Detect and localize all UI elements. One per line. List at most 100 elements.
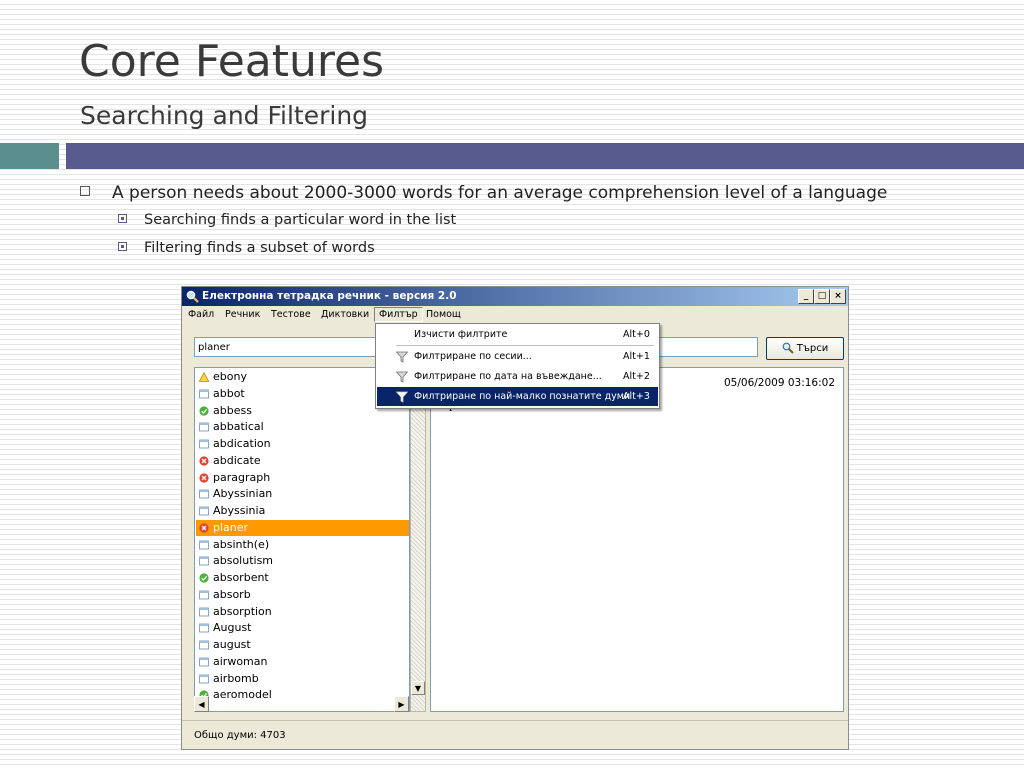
- list-item[interactable]: absorb: [196, 587, 409, 603]
- card-icon: [199, 540, 209, 549]
- list-item[interactable]: abdicate: [196, 453, 409, 469]
- slide-subtitle: Searching and Filtering: [80, 101, 369, 130]
- filter-icon: [396, 351, 408, 363]
- menu-file[interactable]: Файл: [188, 309, 214, 320]
- word-detail-pane: 05/06/2009 03:16:02 абриял: [430, 367, 844, 712]
- card-icon: [199, 640, 209, 650]
- card-icon: [199, 439, 209, 449]
- card-icon: [199, 674, 209, 683]
- menu-item-label: Филтриране по дата на въвеждане...: [414, 371, 602, 382]
- list-item[interactable]: absorption: [196, 604, 409, 620]
- menu-dictionary[interactable]: Речник: [225, 309, 260, 320]
- card-icon: [199, 489, 209, 499]
- maximize-button[interactable]: □: [814, 289, 830, 304]
- list-item[interactable]: Abyssinian: [196, 486, 409, 502]
- scroll-left-icon[interactable]: ◀: [194, 696, 209, 712]
- card-icon: [199, 556, 209, 566]
- menu-item-clear-filters[interactable]: Изчисти филтрите Alt+0: [377, 325, 658, 344]
- menu-dictations[interactable]: Диктовки: [321, 309, 369, 320]
- minimize-button[interactable]: _: [798, 289, 814, 304]
- menu-item-label: Филтриране по най-малко познатите думи: [414, 391, 631, 402]
- menu-item-shortcut: Alt+0: [623, 329, 650, 340]
- list-item[interactable]: airwoman: [196, 654, 409, 670]
- list-item[interactable]: paragraph: [196, 470, 409, 486]
- scroll-down-icon[interactable]: ▼: [411, 681, 425, 695]
- list-item-label: ebony: [213, 370, 247, 383]
- card-icon: [199, 590, 209, 600]
- word-list[interactable]: ebony abbot abbess abbatical abdication abdic…: [194, 367, 410, 712]
- list-item-label: absorb: [213, 587, 251, 601]
- bullet-sub-1: Searching finds a particular word in the…: [118, 212, 456, 228]
- menu-item-filter-sessions[interactable]: Филтриране по сесии... Alt+1: [377, 347, 658, 366]
- error-icon: [199, 456, 209, 466]
- menu-item-filter-least-known[interactable]: Филтриране по най-малко познатите думи A…: [377, 387, 658, 406]
- list-item-label: abdication: [213, 437, 271, 450]
- bullet-main-text: A person needs about 2000-3000 words for…: [112, 183, 888, 203]
- list-item-label: abbatical: [213, 420, 264, 434]
- teal-accent-bar: [0, 143, 59, 169]
- list-item[interactable]: absinth(e): [196, 537, 409, 553]
- filled-square-bullet-icon: [118, 241, 127, 251]
- menu-filter[interactable]: Филтър: [374, 307, 423, 322]
- card-icon: [199, 389, 209, 399]
- window-titlebar[interactable]: Електронна тетрадка речник - версия 2.0 …: [182, 287, 848, 306]
- list-item-label: abbess: [213, 403, 252, 417]
- entry-timestamp: 05/06/2009 03:16:02: [723, 377, 835, 389]
- list-item-label: paragraph: [213, 470, 271, 484]
- menu-item-label: Филтриране по сесии...: [414, 351, 532, 362]
- list-item[interactable]: august: [196, 637, 409, 653]
- check-icon: [199, 405, 209, 416]
- bullet-sub-1-text: Searching finds a particular word in the…: [144, 212, 457, 228]
- list-item[interactable]: planer: [196, 519, 409, 536]
- filter-dropdown-menu: Изчисти филтрите Alt+0 Филтриране по сес…: [375, 323, 660, 409]
- search-button-label: Търси: [796, 343, 829, 354]
- list-item[interactable]: absorbent: [196, 570, 409, 586]
- list-item-label: airbomb: [213, 671, 259, 685]
- list-item[interactable]: airbomb: [196, 671, 409, 687]
- list-item-label: Abyssinia: [213, 504, 266, 517]
- bullet-main: A person needs about 2000-3000 words for…: [80, 183, 887, 203]
- magnifier-app-icon: [186, 290, 199, 303]
- list-item-label: absorption: [213, 604, 272, 618]
- list-item-label: august: [213, 638, 251, 651]
- list-item-label: planer: [213, 520, 249, 534]
- list-item[interactable]: Abyssinia: [196, 503, 409, 519]
- error-icon: [199, 523, 209, 533]
- menu-item-shortcut: Alt+2: [623, 371, 650, 382]
- bullet-sub-2-text: Filtering finds a subset of words: [144, 240, 375, 256]
- menu-tests[interactable]: Тестове: [271, 309, 311, 320]
- list-item-label: absolutism: [213, 554, 274, 568]
- menu-help[interactable]: Помощ: [426, 309, 461, 320]
- search-icon: [782, 342, 794, 354]
- card-icon: [199, 506, 209, 516]
- bullet-sub-2: Filtering finds a subset of words: [118, 240, 375, 256]
- scroll-right-icon[interactable]: ▶: [394, 696, 409, 712]
- list-item[interactable]: abbatical: [196, 419, 409, 435]
- list-item[interactable]: abdication: [196, 436, 409, 452]
- list-item-label: August: [213, 621, 252, 635]
- window-title: Електронна тетрадка речник - версия 2.0: [202, 290, 457, 302]
- list-item-label: absorbent: [213, 571, 269, 584]
- word-count-status: Общо думи: 4703: [194, 730, 286, 741]
- search-input[interactable]: planer: [194, 337, 378, 357]
- search-input-extension[interactable]: [658, 337, 758, 357]
- menu-bar: Файл Речник Тестове Диктовки Филтър Помо…: [182, 306, 848, 324]
- list-item[interactable]: absolutism: [196, 553, 409, 569]
- word-list-scrollbar[interactable]: ▼: [410, 367, 426, 712]
- card-icon: [199, 607, 209, 616]
- menu-item-label: Изчисти филтрите: [414, 329, 508, 340]
- check-icon: [199, 573, 209, 583]
- menu-item-filter-date[interactable]: Филтриране по дата на въвеждане... Alt+2: [377, 367, 658, 386]
- filter-icon: [396, 371, 408, 383]
- card-icon: [199, 422, 209, 432]
- menu-item-shortcut: Alt+3: [623, 391, 650, 402]
- card-icon: [199, 623, 209, 633]
- list-item[interactable]: aeromodel: [196, 687, 409, 703]
- list-item-label: abbot: [213, 386, 245, 400]
- status-bar: Общо думи: 4703: [182, 720, 848, 750]
- error-icon: [199, 472, 209, 483]
- list-item[interactable]: August: [196, 620, 409, 636]
- menu-item-shortcut: Alt+1: [623, 351, 650, 362]
- search-button[interactable]: Търси: [766, 337, 844, 360]
- close-button[interactable]: ×: [830, 289, 846, 304]
